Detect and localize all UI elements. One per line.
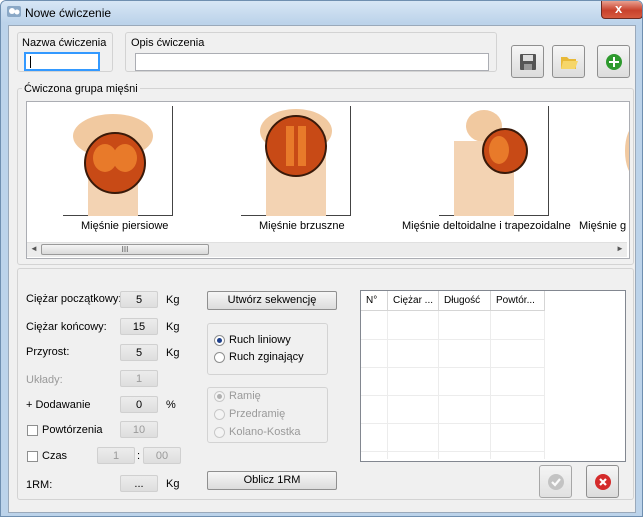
one-rm-value: ... — [120, 475, 158, 492]
name-label: Nazwa ćwiczenia — [22, 37, 107, 49]
repetitions-checkbox[interactable] — [27, 425, 38, 436]
floppy-icon — [520, 54, 536, 70]
calculate-1rm-button[interactable]: Oblicz 1RM — [207, 471, 337, 490]
forearm-radio — [214, 409, 225, 420]
save-button[interactable] — [511, 45, 544, 78]
grid-line — [361, 367, 545, 368]
grid-line — [361, 395, 545, 396]
close-icon: x — [615, 1, 623, 16]
add-button[interactable] — [597, 45, 630, 78]
time-seconds-input: 00 — [143, 447, 181, 464]
window-close-button[interactable]: x — [601, 1, 642, 19]
arm-radio — [214, 391, 225, 402]
sets-input: 1 — [120, 370, 158, 387]
dialog-body: Nazwa ćwiczenia Opis ćwiczenia Ćwiczona … — [8, 25, 636, 513]
muscle-caption-chest: Mięśnie piersiowe — [81, 220, 169, 232]
time-label: Czas — [42, 450, 68, 462]
muscle-tile-deltoid[interactable] — [439, 106, 549, 216]
description-label: Opis ćwiczenia — [131, 37, 205, 49]
addition-unit: % — [166, 399, 176, 411]
partial-muscle-image — [615, 106, 629, 216]
one-rm-unit: Kg — [166, 478, 180, 490]
knee-ankle-label: Kolano-Kostka — [229, 426, 301, 438]
time-minutes-input: 1 — [97, 447, 135, 464]
grid-line — [387, 311, 388, 459]
start-weight-input[interactable]: 5 — [120, 291, 158, 308]
chest-muscle-image — [63, 106, 173, 216]
column-header-length[interactable]: Długość — [439, 291, 491, 311]
muscle-caption-deltoid: Mięśnie deltoidalne i trapezoidalne — [402, 220, 571, 232]
muscle-carousel[interactable]: Mięśnie piersiowe Mięśnie brzuszne Mięśn… — [26, 101, 630, 259]
text-caret — [30, 56, 31, 68]
name-input[interactable] — [24, 52, 100, 71]
end-weight-unit: Kg — [166, 321, 180, 333]
scroll-right-icon[interactable]: ► — [616, 244, 624, 253]
horizontal-scrollbar[interactable]: ◄ III ► — [27, 242, 627, 257]
end-weight-input[interactable]: 15 — [120, 318, 158, 335]
title-bar[interactable]: Nowe ćwiczenie x — [1, 1, 642, 23]
muscle-group-label: Ćwiczona grupa mięśni — [22, 83, 140, 95]
increment-label: Przyrost: — [26, 346, 70, 358]
end-weight-label: Ciężar końcowy: — [26, 321, 107, 333]
addition-label: + Dodawanie — [26, 399, 91, 411]
folder-open-icon — [561, 57, 578, 69]
cancel-icon — [595, 474, 611, 490]
window-title: Nowe ćwiczenie — [25, 6, 112, 20]
abs-muscle-image — [241, 106, 351, 216]
sequence-table[interactable]: N° Ciężar ... Długość Powtór... — [360, 290, 626, 462]
movement-type-group — [207, 323, 328, 375]
grid-line — [361, 423, 545, 424]
grid-line — [361, 451, 545, 452]
ok-button[interactable] — [539, 465, 572, 498]
increment-unit: Kg — [166, 347, 180, 359]
repetitions-label: Powtórzenia — [42, 424, 103, 436]
open-button[interactable] — [552, 45, 585, 78]
time-checkbox[interactable] — [27, 451, 38, 462]
forearm-label: Przedramię — [229, 408, 286, 420]
start-weight-unit: Kg — [166, 294, 180, 306]
linear-movement-label: Ruch liniowy — [229, 334, 291, 346]
arm-label: Ramię — [229, 390, 261, 402]
sets-label: Układy: — [26, 374, 63, 386]
start-weight-label: Ciężar początkowy: — [26, 293, 122, 305]
dialog-window: Nowe ćwiczenie x Nazwa ćwiczenia Opis ćw… — [0, 0, 643, 517]
check-icon — [548, 474, 564, 490]
bending-movement-radio[interactable] — [214, 352, 225, 363]
knee-ankle-radio — [214, 427, 225, 438]
app-icon — [7, 6, 21, 17]
increment-input[interactable]: 5 — [120, 344, 158, 361]
muscle-tile-abs[interactable] — [241, 106, 351, 216]
column-header-repetitions[interactable]: Powtór... — [491, 291, 545, 311]
muscle-caption-abs: Mięśnie brzuszne — [259, 220, 345, 232]
grid-line — [490, 311, 491, 459]
description-input[interactable] — [135, 53, 489, 71]
repetitions-input: 10 — [120, 421, 158, 438]
grid-line — [544, 311, 545, 459]
green-plus-icon — [606, 54, 622, 70]
addition-input[interactable]: 0 — [120, 396, 158, 413]
scroll-left-icon[interactable]: ◄ — [30, 244, 38, 253]
column-header-number[interactable]: N° — [361, 291, 388, 311]
bending-movement-label: Ruch zginający — [229, 351, 304, 363]
scroll-thumb[interactable]: III — [41, 244, 209, 255]
grid-line — [438, 311, 439, 459]
cancel-button[interactable] — [586, 465, 619, 498]
create-sequence-button[interactable]: Utwórz sekwencję — [207, 291, 337, 310]
muscle-tile-partial[interactable] — [615, 106, 629, 216]
grid-line — [361, 339, 545, 340]
muscle-caption-partial: Mięśnie g — [579, 220, 627, 232]
one-rm-label: 1RM: — [26, 479, 53, 491]
time-separator: : — [137, 450, 141, 462]
column-header-weight[interactable]: Ciężar ... — [388, 291, 439, 311]
deltoid-muscle-image — [439, 106, 549, 216]
muscle-tile-chest[interactable] — [63, 106, 173, 216]
linear-movement-radio[interactable] — [214, 335, 225, 346]
